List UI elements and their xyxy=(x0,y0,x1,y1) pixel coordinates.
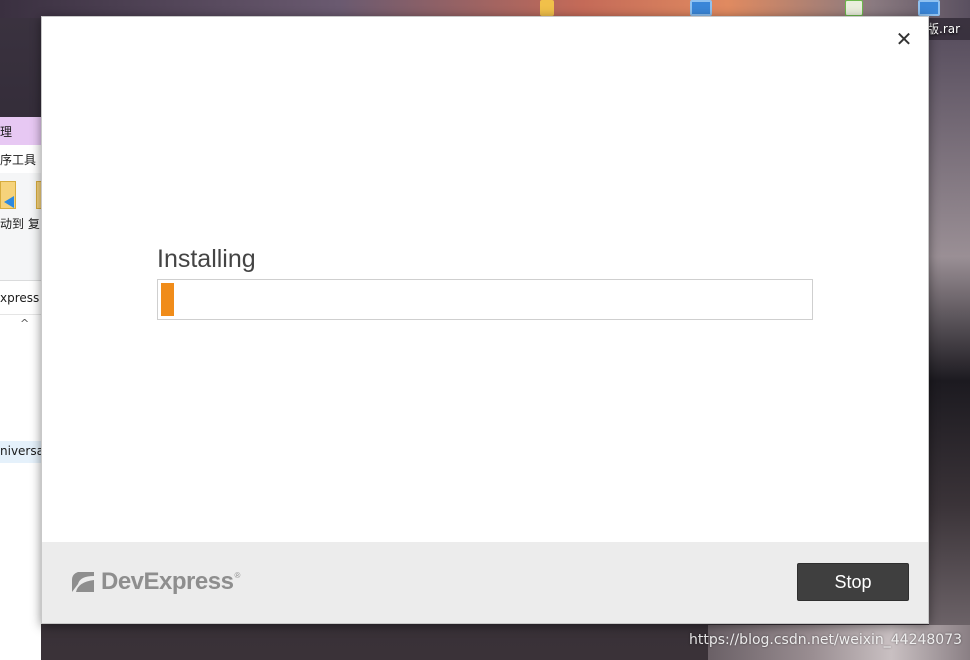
explorer-title-fragment: 理 xyxy=(0,125,13,139)
desktop-document-icon[interactable] xyxy=(845,0,863,16)
explorer-ribbon-tab[interactable]: 序工具 xyxy=(0,151,36,168)
devexpress-logo: DevExpress ® xyxy=(70,568,241,595)
desktop-file-label[interactable]: 版.rar xyxy=(927,20,960,37)
close-icon[interactable]: ✕ xyxy=(894,29,914,49)
stop-button[interactable]: Stop xyxy=(797,563,909,601)
file-explorer-window[interactable]: 理 序工具 动到 复 xpress U ^ niversal xyxy=(0,117,41,660)
watermark-text: https://blog.csdn.net/weixin_44248073 xyxy=(689,632,963,648)
explorer-selected-item[interactable]: niversal xyxy=(0,441,41,463)
install-status-label: Installing xyxy=(157,245,256,273)
explorer-title-bar: 理 xyxy=(0,117,41,145)
install-progress-bar xyxy=(157,279,813,320)
desktop-archive-icon[interactable] xyxy=(690,0,712,16)
install-progress-fill xyxy=(161,283,174,316)
devexpress-logo-icon xyxy=(72,572,94,592)
devexpress-logo-text: DevExpress xyxy=(101,568,234,595)
desktop-file-icon[interactable] xyxy=(540,0,554,16)
arrow-left-icon xyxy=(4,196,14,208)
installer-dialog: ✕ Installing DevExpress ® Stop xyxy=(41,16,929,624)
registered-mark: ® xyxy=(234,571,241,580)
desktop-rar-icon[interactable] xyxy=(918,0,940,16)
wallpaper-photo xyxy=(929,40,970,660)
explorer-address-text[interactable]: xpress U xyxy=(0,291,41,305)
chevron-up-icon[interactable]: ^ xyxy=(20,317,29,330)
explorer-ribbon-button-labels[interactable]: 动到 复 xyxy=(0,215,40,232)
dialog-footer: DevExpress ® Stop xyxy=(42,542,928,623)
explorer-selected-item-label: niversal xyxy=(0,444,41,458)
